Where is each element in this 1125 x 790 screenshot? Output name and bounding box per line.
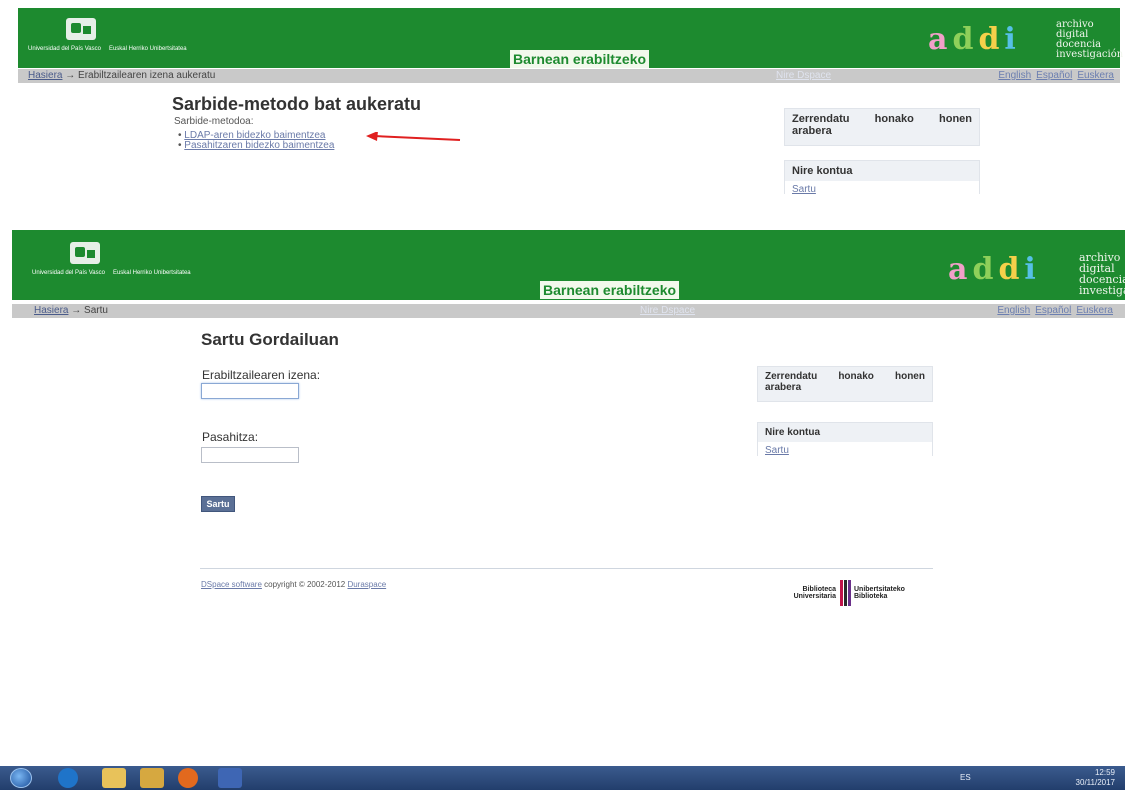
nav-bar: Hasiera → Sartu Nire Dspace English Españ…: [12, 304, 1125, 318]
university-emblem-icon: [70, 242, 100, 264]
login-link[interactable]: Sartu: [792, 184, 816, 195]
outlook-icon[interactable]: [140, 768, 164, 788]
breadcrumb-current: Sartu: [84, 305, 108, 316]
internal-use-banner: Barnean erabiltzeko: [540, 281, 680, 299]
breadcrumb-current: Erabiltzailearen izena aukeratu: [78, 70, 216, 81]
addi-logo[interactable]: addi: [948, 252, 1041, 287]
library-logo-es-1: Biblioteca: [802, 586, 836, 593]
clock-time: 12:59: [1094, 768, 1115, 777]
university-logo[interactable]: Universidad del País Vasco Euskal Herriko…: [28, 16, 187, 62]
language-selector: English Español Euskera: [992, 304, 1113, 318]
breadcrumb-home-link[interactable]: Hasiera: [34, 305, 68, 316]
logo-text-eu: Euskal Herriko Unibertsitatea: [112, 270, 191, 276]
breadcrumb: Hasiera → Erabiltzailearen izena aukerat…: [28, 69, 215, 83]
breadcrumb-separator: →: [65, 70, 76, 81]
browse-word-1: Zerrendatu: [792, 113, 850, 125]
lang-english-link[interactable]: English: [997, 305, 1030, 316]
login-link[interactable]: Sartu: [765, 445, 789, 456]
firefox-icon[interactable]: [178, 768, 198, 788]
file-explorer-icon[interactable]: [102, 768, 126, 788]
screen-2-login: Universidad del País Vasco Euskal Herriko…: [0, 226, 1125, 790]
lang-spanish-link[interactable]: Español: [1036, 70, 1072, 81]
browse-word-4: arabera: [792, 125, 832, 137]
lang-english-link[interactable]: English: [998, 70, 1031, 81]
lang-basque-link[interactable]: Euskera: [1077, 70, 1114, 81]
library-logo-eu-1: Unibertsitateko: [854, 586, 905, 593]
page-title: Sarbide-metodo bat aukeratu: [172, 94, 422, 114]
login-submit-button[interactable]: Sartu: [201, 496, 235, 512]
footer-divider: [200, 568, 933, 569]
input-language-indicator[interactable]: ES: [960, 773, 971, 782]
screen-1-access-method: Universidad del País Vasco Euskal Herriko…: [0, 0, 1125, 222]
account-box: Nire kontua Sartu: [757, 422, 933, 459]
breadcrumb: Hasiera → Sartu: [34, 304, 108, 318]
password-input[interactable]: [201, 447, 299, 463]
my-dspace-link[interactable]: Nire Dspace: [640, 304, 695, 318]
university-logo[interactable]: Universidad del País Vasco Euskal Herriko…: [32, 240, 191, 286]
copyright-text: copyright © 2002-2012: [264, 580, 346, 589]
red-arrow-icon: [366, 132, 461, 141]
library-logo[interactable]: Biblioteca Universitaria Unibertsitateko…: [788, 580, 938, 608]
windows-taskbar: ES 12:59 30/11/2017: [0, 766, 1125, 790]
access-method-label: Sarbide-metodoa:: [174, 116, 254, 127]
internal-use-banner: Barnean erabiltzeko: [510, 50, 650, 68]
browse-word-1: Zerrendatu: [765, 371, 818, 382]
username-input[interactable]: [201, 383, 299, 399]
library-books-icon: [840, 580, 852, 606]
password-auth-link[interactable]: Pasahitzaren bidezko baimentzea: [184, 140, 334, 151]
addi-tagline: archivo digital docencia investigación: [1079, 251, 1125, 297]
library-logo-eu-2: Biblioteka: [854, 593, 888, 600]
addi-logo[interactable]: addi: [928, 22, 1021, 57]
breadcrumb-home-link[interactable]: Hasiera: [28, 70, 62, 81]
addi-tagline: archivo digital docencia investigación: [1056, 19, 1124, 60]
my-dspace-link[interactable]: Nire Dspace: [776, 69, 831, 83]
lang-spanish-link[interactable]: Español: [1035, 305, 1071, 316]
username-label: Erabiltzailearen izena:: [202, 368, 321, 382]
word-icon[interactable]: [218, 768, 242, 788]
password-label: Pasahitza:: [202, 430, 259, 444]
logo-text-es: Universidad del País Vasco: [32, 270, 105, 276]
logo-text-eu: Euskal Herriko Unibertsitatea: [108, 46, 187, 52]
internet-explorer-icon[interactable]: [58, 768, 78, 788]
university-emblem-icon: [66, 18, 96, 40]
footer-copyright: DSpace software copyright © 2002-2012 Du…: [201, 580, 386, 589]
browse-box: Zerrendatu honako honen arabera: [757, 366, 933, 402]
list-item: Pasahitzaren bidezko baimentzea: [178, 141, 334, 151]
browse-word-4: arabera: [765, 382, 802, 393]
breadcrumb-separator: →: [71, 305, 82, 316]
account-box: Nire kontua Sartu: [784, 160, 980, 198]
site-header: Universidad del País Vasco Euskal Herriko…: [18, 8, 1124, 68]
access-method-list: LDAP-aren bidezko baimentzea Pasahitzare…: [178, 131, 334, 151]
browse-box: Zerrendatu honako honen arabera: [784, 108, 980, 146]
duraspace-link[interactable]: Duraspace: [347, 580, 386, 589]
page-title: Sartu Gordailuan: [201, 330, 339, 349]
language-selector: English Español Euskera: [993, 69, 1114, 83]
system-clock[interactable]: 12:59 30/11/2017: [1076, 768, 1115, 788]
clock-date: 30/11/2017: [1075, 778, 1115, 787]
logo-text-es: Universidad del País Vasco: [28, 46, 101, 52]
browse-word-2: honako: [838, 371, 874, 382]
library-logo-es-2: Universitaria: [793, 593, 836, 600]
nav-bar: Hasiera → Erabiltzailearen izena aukerat…: [18, 69, 1120, 83]
site-header: Universidad del País Vasco Euskal Herriko…: [12, 230, 1125, 300]
start-button-icon[interactable]: [10, 768, 32, 788]
account-heading: Nire kontua: [765, 427, 821, 438]
browse-word-2: honako: [874, 113, 914, 125]
dspace-software-link[interactable]: DSpace software: [201, 580, 262, 589]
browse-word-3: honen: [894, 371, 925, 382]
browse-word-3: honen: [939, 113, 972, 125]
account-heading: Nire kontua: [792, 165, 853, 177]
lang-basque-link[interactable]: Euskera: [1076, 305, 1113, 316]
